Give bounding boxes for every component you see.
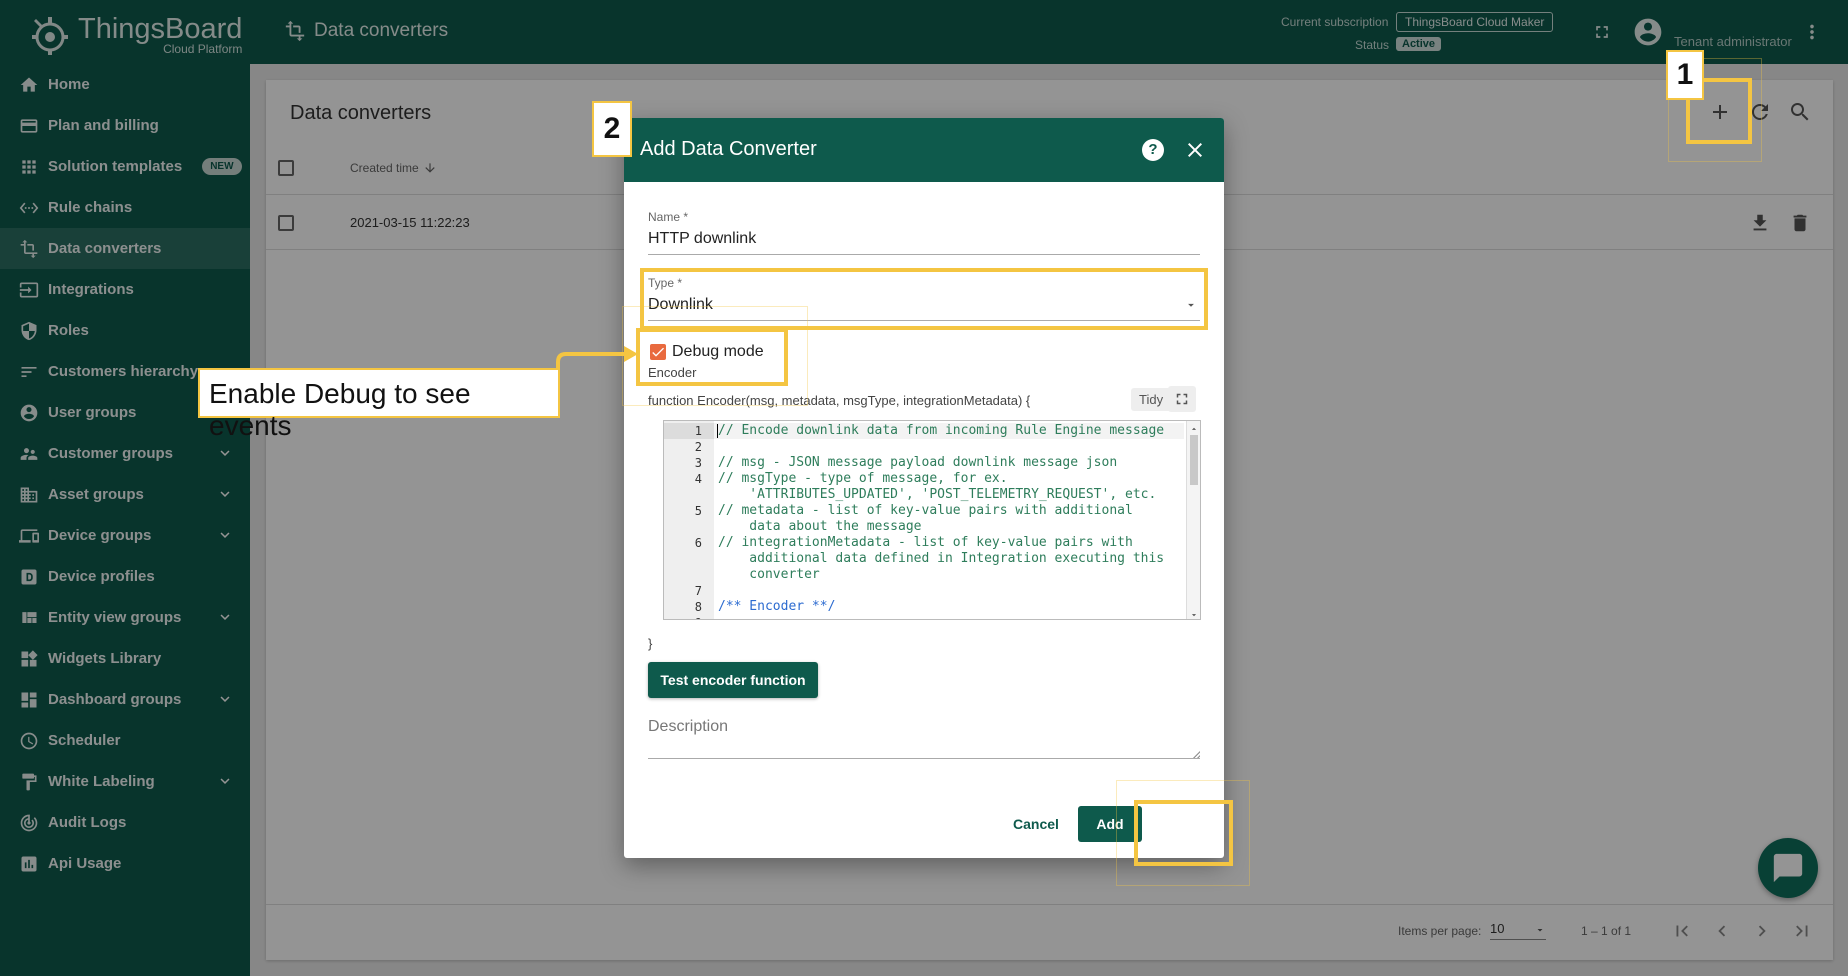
line-number: 3	[694, 456, 702, 470]
line-number: 4	[694, 472, 702, 486]
editor-scrollbar[interactable]	[1186, 421, 1200, 619]
arrow-up-icon[interactable]	[1189, 423, 1199, 433]
name-input[interactable]: HTTP downlink	[648, 230, 756, 248]
code-line: data about the message	[718, 519, 922, 534]
tidy-button[interactable]: Tidy	[1131, 388, 1172, 411]
text-cursor	[717, 424, 718, 438]
annotation-arrow-icon	[556, 346, 638, 384]
function-closing-brace: }	[648, 636, 653, 651]
line-number: 2	[694, 440, 702, 454]
line-number: 9	[664, 615, 702, 619]
scrollbar-thumb[interactable]	[1190, 435, 1198, 485]
annotation-highlight-debug	[636, 328, 788, 386]
name-underline	[648, 254, 1200, 255]
code-line: // msgType - type of message, for ex.	[718, 471, 1008, 486]
line-number: 8	[694, 600, 702, 614]
line-number: 1	[694, 424, 702, 438]
code-line: additional data defined in Integration e…	[718, 551, 1165, 566]
code-line: 'ATTRIBUTES_UPDATED', 'POST_TELEMETRY_RE…	[718, 487, 1157, 502]
description-field[interactable]: Description	[648, 718, 728, 736]
help-icon[interactable]: ?	[1142, 139, 1164, 161]
code-line: /** Encoder **/	[718, 599, 836, 614]
code-line: // metadata - list of key-value pairs wi…	[718, 503, 1133, 518]
line-number: 6	[694, 536, 702, 550]
fullscreen-icon[interactable]	[1168, 386, 1196, 412]
code-line: converter	[718, 567, 820, 582]
test-encoder-button[interactable]: Test encoder function	[648, 662, 818, 698]
dialog-header: Add Data Converter ?	[624, 118, 1224, 182]
dialog-title: Add Data Converter	[640, 138, 817, 160]
description-underline	[648, 758, 1200, 759]
annotation-step-2: 2	[592, 101, 632, 157]
name-label: Name *	[648, 210, 689, 224]
code-line: // Encode downlink data from incoming Ru…	[718, 423, 1165, 438]
annotation-callout: Enable Debug to see events	[198, 368, 560, 441]
annotation-step-1: 1	[1666, 50, 1704, 100]
arrow-down-icon[interactable]	[1189, 609, 1199, 619]
code-editor[interactable]: 1 // Encode downlink data from incoming …	[663, 420, 1201, 620]
resize-handle-icon[interactable]	[1190, 746, 1200, 759]
annotation-highlight-add-button	[1134, 800, 1233, 866]
code-line: // integrationMetadata - list of key-val…	[718, 535, 1133, 550]
cancel-button[interactable]: Cancel	[1008, 806, 1064, 842]
line-number: 5	[694, 504, 702, 518]
add-data-converter-dialog: Add Data Converter ? Name * HTTP downlin…	[624, 118, 1224, 858]
line-number: 7	[694, 584, 702, 598]
code-line: // msg - JSON message payload downlink m…	[718, 455, 1118, 470]
close-icon[interactable]	[1183, 138, 1207, 162]
